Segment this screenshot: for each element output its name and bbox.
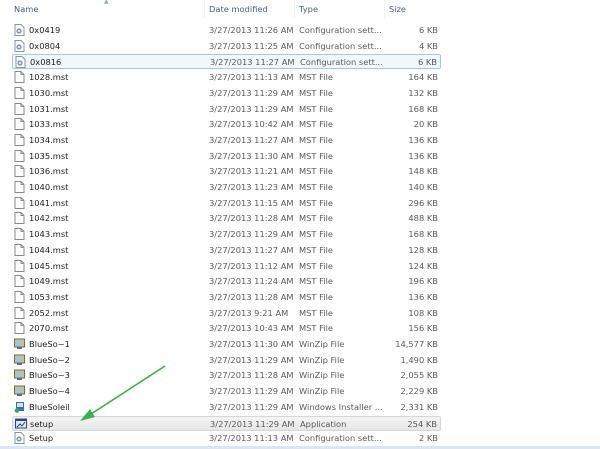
arrow-head-icon <box>80 409 95 421</box>
annotation-arrow <box>80 365 166 421</box>
